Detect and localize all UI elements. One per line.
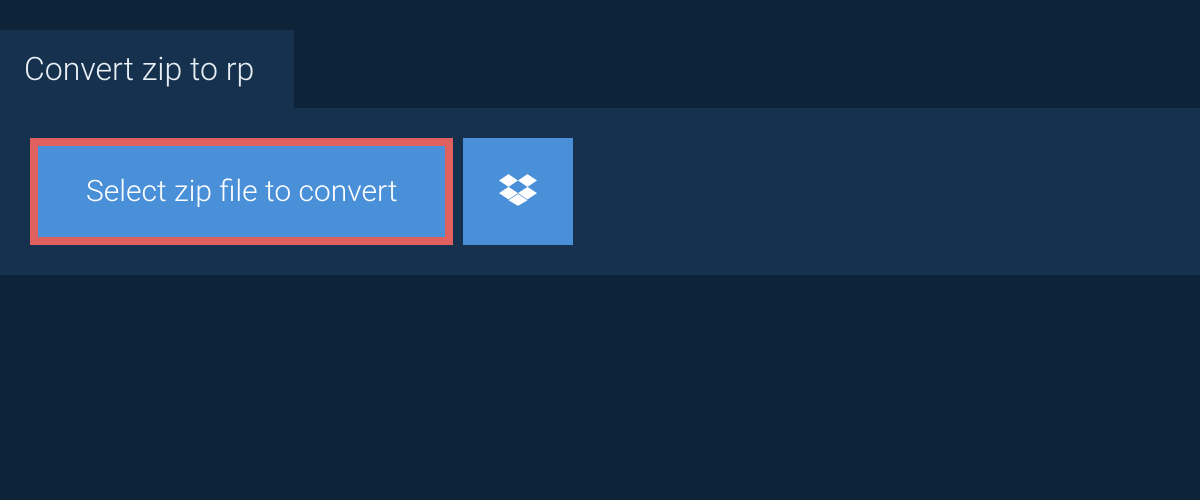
select-file-label: Select zip file to convert (86, 174, 397, 209)
converter-panel: Select zip file to convert (0, 108, 1200, 275)
page-title: Convert zip to rp (24, 50, 254, 88)
button-row: Select zip file to convert (30, 138, 1170, 245)
dropbox-button[interactable] (463, 138, 573, 245)
select-file-button[interactable]: Select zip file to convert (30, 138, 453, 245)
dropbox-icon (499, 171, 537, 213)
page-title-tab: Convert zip to rp (0, 30, 294, 108)
